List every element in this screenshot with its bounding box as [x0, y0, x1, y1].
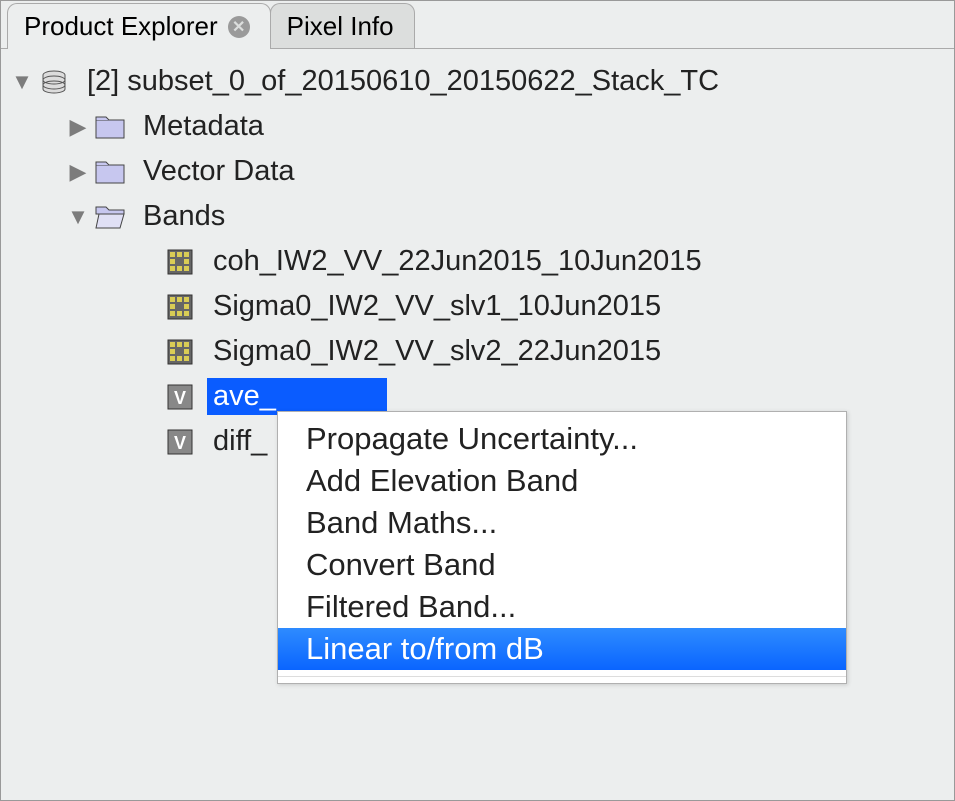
svg-text:V: V — [174, 388, 186, 408]
band-icon — [163, 247, 197, 277]
virtual-band-icon: V — [163, 427, 197, 457]
open-folder-icon — [93, 202, 127, 232]
tree-row-band-sigma2[interactable]: Sigma0_IW2_VV_slv2_22Jun2015 — [7, 329, 948, 374]
bands-label: Bands — [137, 198, 231, 235]
menu-item-linear-db[interactable]: Linear to/from dB — [278, 628, 846, 670]
chevron-right-icon[interactable] — [63, 114, 93, 140]
tree-row-bands[interactable]: Bands — [7, 194, 948, 239]
tree-row-band-coh[interactable]: coh_IW2_VV_22Jun2015_10Jun2015 — [7, 239, 948, 284]
band-label-selected: ave_ — [207, 378, 387, 415]
band-label: coh_IW2_VV_22Jun2015_10Jun2015 — [207, 243, 708, 280]
menu-item-propagate-uncertainty[interactable]: Propagate Uncertainty... — [278, 418, 846, 460]
menu-item-add-elevation-band[interactable]: Add Elevation Band — [278, 460, 846, 502]
folder-icon — [93, 112, 127, 142]
tree-row-vector-data[interactable]: Vector Data — [7, 149, 948, 194]
menu-separator — [278, 676, 846, 677]
band-label: Sigma0_IW2_VV_slv1_10Jun2015 — [207, 288, 667, 325]
menu-item-convert-band[interactable]: Convert Band — [278, 544, 846, 586]
tab-pixel-info[interactable]: Pixel Info — [270, 3, 415, 49]
tree-row-product[interactable]: [2] subset_0_of_20150610_20150622_Stack_… — [7, 59, 948, 104]
product-icon — [37, 67, 71, 97]
tab-bar: Product Explorer ✕ Pixel Info — [1, 1, 954, 49]
band-icon — [163, 292, 197, 322]
tree-row-metadata[interactable]: Metadata — [7, 104, 948, 149]
band-icon — [163, 337, 197, 367]
band-label: Sigma0_IW2_VV_slv2_22Jun2015 — [207, 333, 667, 370]
svg-text:V: V — [174, 433, 186, 453]
band-label: diff_ — [207, 423, 273, 460]
menu-item-band-maths[interactable]: Band Maths... — [278, 502, 846, 544]
chevron-down-icon[interactable] — [63, 204, 93, 230]
tab-product-explorer[interactable]: Product Explorer ✕ — [7, 3, 271, 49]
tab-label: Pixel Info — [287, 11, 394, 42]
context-menu: Propagate Uncertainty... Add Elevation B… — [277, 411, 847, 684]
menu-item-filtered-band[interactable]: Filtered Band... — [278, 586, 846, 628]
tab-label: Product Explorer — [24, 11, 218, 42]
folder-icon — [93, 157, 127, 187]
tree-row-band-sigma1[interactable]: Sigma0_IW2_VV_slv1_10Jun2015 — [7, 284, 948, 329]
vector-data-label: Vector Data — [137, 153, 301, 190]
chevron-right-icon[interactable] — [63, 159, 93, 185]
tree-view: [2] subset_0_of_20150610_20150622_Stack_… — [1, 49, 954, 474]
close-icon[interactable]: ✕ — [228, 16, 250, 38]
product-label: [2] subset_0_of_20150610_20150622_Stack_… — [81, 63, 725, 100]
chevron-down-icon[interactable] — [7, 69, 37, 95]
virtual-band-icon: V — [163, 382, 197, 412]
metadata-label: Metadata — [137, 108, 270, 145]
